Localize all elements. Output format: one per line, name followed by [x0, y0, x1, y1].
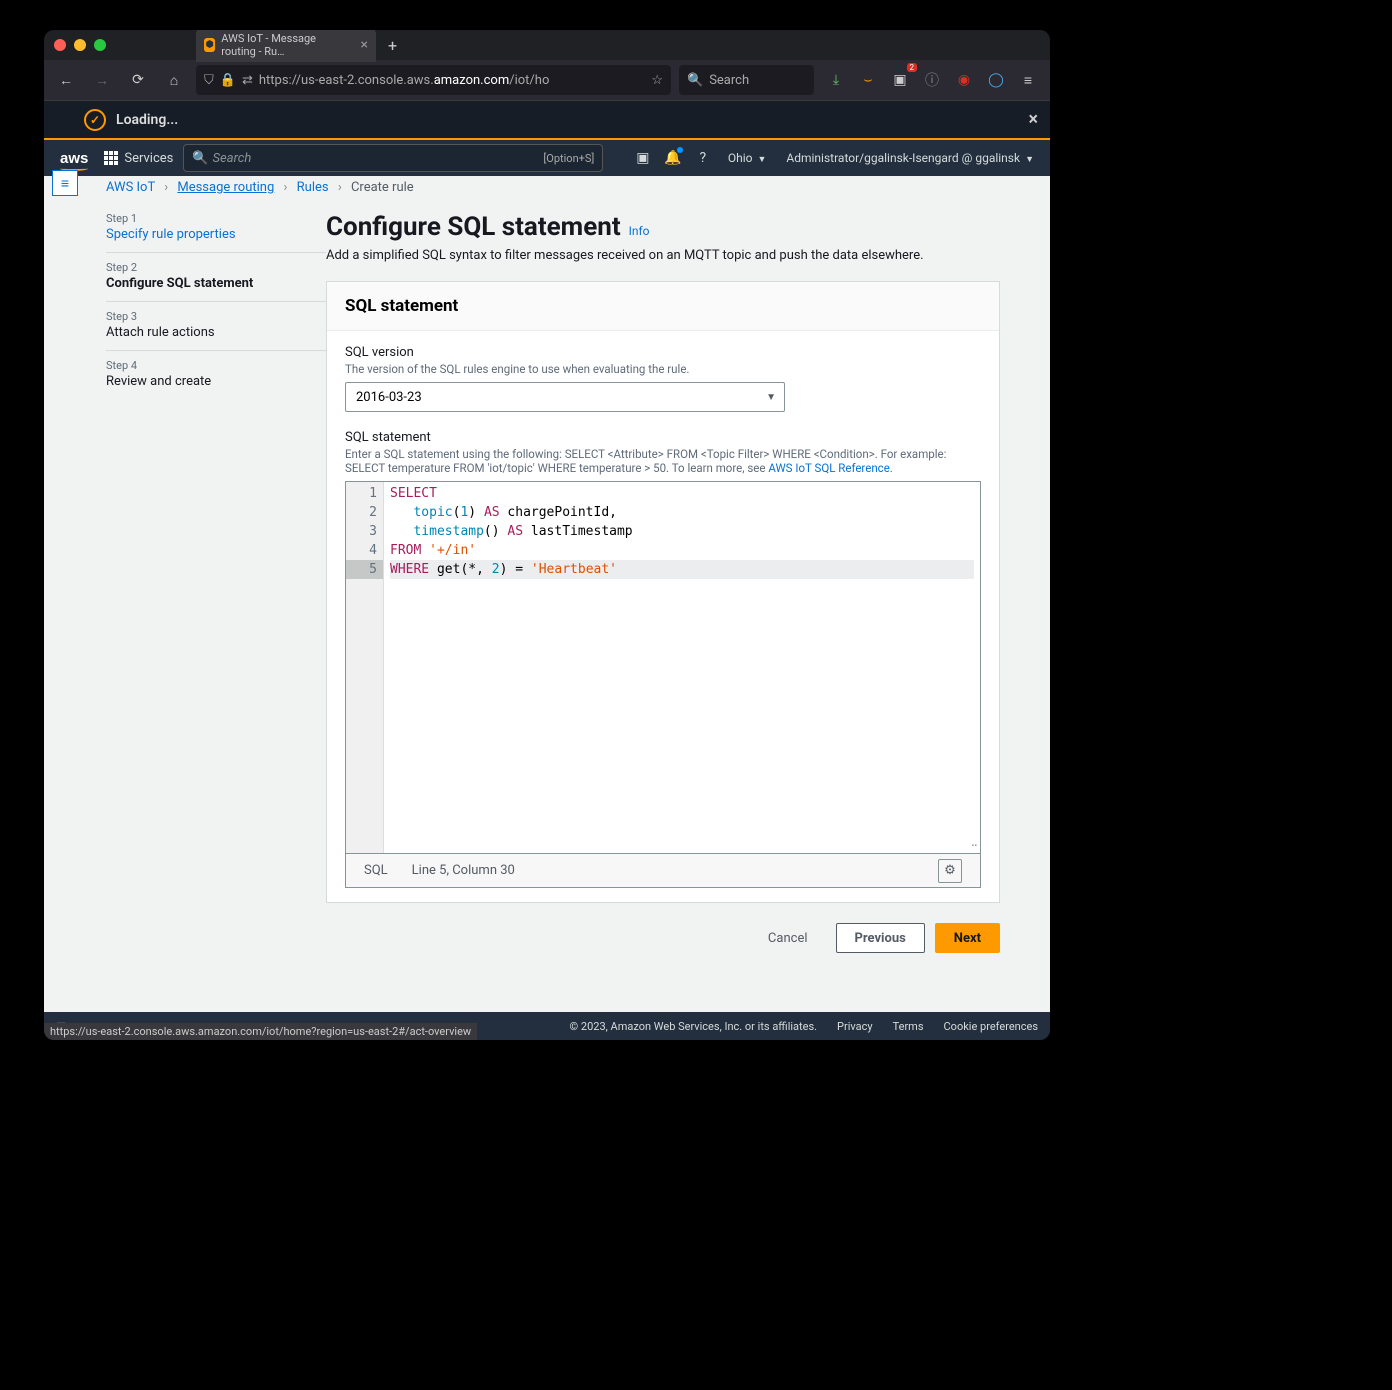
main-panel: Configure SQL statement Info Add a simpl… — [326, 212, 1000, 953]
profile-icon[interactable]: ◯ — [982, 66, 1010, 94]
amazon-ext-icon[interactable]: ⌣ — [854, 66, 882, 94]
editor-language: SQL — [364, 863, 388, 878]
terms-link[interactable]: Terms — [893, 1020, 924, 1033]
aws-favicon: ⬢ — [204, 38, 215, 52]
wizard-buttons: Cancel Previous Next — [326, 923, 1000, 953]
editor-cursor-position: Line 5, Column 30 — [412, 863, 515, 878]
loading-banner: ✓ Loading... × — [44, 100, 1050, 138]
step-2: Step 2 Configure SQL statement — [106, 252, 326, 301]
aws-search-placeholder: Search — [213, 151, 252, 166]
permissions-icon: ⇄ — [242, 73, 253, 88]
chevron-down-icon: ▼ — [766, 392, 776, 403]
page-subtitle: Add a simplified SQL syntax to filter me… — [326, 248, 1000, 263]
lock-icon: 🔒 — [220, 73, 236, 88]
url-text: https://us-east-2.console.aws.amazon.com… — [259, 73, 550, 88]
region-selector[interactable]: Ohio ▼ — [718, 151, 777, 165]
sql-reference-link[interactable]: AWS IoT SQL Reference — [768, 461, 889, 475]
cookie-link[interactable]: Cookie preferences — [944, 1020, 1038, 1033]
new-tab-button[interactable]: + — [388, 36, 397, 55]
breadcrumb: AWS IoT › Message routing › Rules › Crea… — [106, 180, 414, 195]
back-button[interactable]: ← — [52, 66, 80, 94]
close-window-button[interactable] — [54, 39, 66, 51]
privacy-link[interactable]: Privacy — [837, 1020, 873, 1033]
sql-version-value: 2016-03-23 — [356, 390, 422, 405]
step-1[interactable]: Step 1 Specify rule properties — [106, 212, 326, 252]
sql-statement-label: SQL statement — [345, 430, 981, 445]
downloads-icon[interactable]: ⤓ — [822, 66, 850, 94]
traffic-lights — [54, 39, 106, 51]
shield-icon: ⛉ — [204, 73, 214, 88]
editor-settings-button[interactable]: ⚙ — [938, 859, 962, 883]
editor-code[interactable]: SELECT topic(1) AS chargePointId, timest… — [384, 482, 980, 853]
editor-gutter: 12345 — [346, 482, 384, 853]
sql-version-desc: The version of the SQL rules engine to u… — [345, 362, 981, 376]
sql-code-editor[interactable]: 12345 SELECT topic(1) AS chargePointId, … — [345, 481, 981, 854]
close-tab-icon[interactable]: × — [361, 38, 368, 52]
sql-panel: SQL statement SQL version The version of… — [326, 281, 1000, 903]
copyright: © 2023, Amazon Web Services, Inc. or its… — [570, 1020, 818, 1033]
breadcrumb-aws-iot[interactable]: AWS IoT — [106, 180, 155, 195]
step-3: Step 3 Attach rule actions — [106, 301, 326, 350]
search-icon: 🔍 — [192, 151, 208, 166]
step-4: Step 4 Review and create — [106, 350, 326, 399]
status-bar-url: https://us-east-2.console.aws.amazon.com… — [44, 1023, 477, 1040]
spinner-icon: ✓ — [84, 109, 106, 131]
page-content: ≡ AWS IoT › Message routing › Rules › Cr… — [44, 176, 1050, 1012]
aws-global-nav: aws Services 🔍 Search [Option+S] ▣ 🔔 ? O… — [44, 138, 1050, 176]
breadcrumb-message-routing[interactable]: Message routing — [177, 180, 274, 195]
breadcrumb-rules[interactable]: Rules — [297, 180, 329, 195]
window-titlebar: ⬢ AWS IoT - Message routing - Ru… × + — [44, 30, 1050, 60]
resize-handle-icon[interactable]: ⣀ — [971, 832, 978, 851]
help-icon[interactable]: ? — [688, 143, 718, 173]
info-ext-icon[interactable]: ⓘ — [918, 66, 946, 94]
sql-panel-title: SQL statement — [327, 282, 999, 331]
ublock-ext-icon[interactable]: ◉ — [950, 66, 978, 94]
home-button[interactable]: ⌂ — [160, 66, 188, 94]
next-button[interactable]: Next — [935, 923, 1000, 953]
gear-icon: ⚙ — [944, 863, 956, 878]
services-link[interactable]: Services — [124, 151, 173, 166]
breadcrumb-create-rule: Create rule — [351, 180, 414, 195]
tab-title: AWS IoT - Message routing - Ru… — [221, 32, 350, 58]
editor-status-bar: SQL Line 5, Column 30 ⚙ — [345, 854, 981, 888]
url-input[interactable]: ⛉ 🔒 ⇄ https://us-east-2.console.aws.amaz… — [196, 65, 671, 95]
cancel-button[interactable]: Cancel — [750, 923, 826, 953]
page-title: Configure SQL statement — [326, 212, 621, 242]
aws-logo[interactable]: aws — [60, 150, 88, 167]
reload-button[interactable]: ⟳ — [124, 66, 152, 94]
container-ext-icon[interactable]: ▣ — [886, 66, 914, 94]
loading-text: Loading... — [116, 112, 178, 128]
minimize-window-button[interactable] — [74, 39, 86, 51]
maximize-window-button[interactable] — [94, 39, 106, 51]
account-menu[interactable]: Administrator/ggalinsk-Isengard @ ggalin… — [776, 151, 1044, 165]
previous-button[interactable]: Previous — [836, 923, 925, 953]
wizard-steps: Step 1 Specify rule properties Step 2 Co… — [106, 212, 326, 399]
forward-button: → — [88, 66, 116, 94]
search-icon: 🔍 — [687, 73, 703, 88]
url-toolbar: ← → ⟳ ⌂ ⛉ 🔒 ⇄ https://us-east-2.console.… — [44, 60, 1050, 100]
sql-version-select[interactable]: 2016-03-23 ▼ — [345, 382, 785, 412]
info-link[interactable]: Info — [629, 224, 650, 238]
notifications-icon[interactable]: 🔔 — [658, 143, 688, 173]
bookmark-star-icon[interactable]: ☆ — [651, 73, 663, 88]
cloudshell-icon[interactable]: ▣ — [628, 143, 658, 173]
sql-statement-desc: Enter a SQL statement using the followin… — [345, 447, 981, 475]
search-placeholder: Search — [709, 73, 749, 88]
menu-icon[interactable]: ≡ — [1014, 66, 1042, 94]
aws-search-input[interactable]: 🔍 Search [Option+S] — [183, 144, 603, 172]
search-shortcut-hint: [Option+S] — [543, 152, 594, 165]
browser-tab[interactable]: ⬢ AWS IoT - Message routing - Ru… × — [196, 30, 376, 62]
sql-version-label: SQL version — [345, 345, 981, 360]
close-banner-icon[interactable]: × — [1028, 109, 1038, 130]
browser-search-input[interactable]: 🔍 Search — [679, 65, 814, 95]
side-nav-toggle[interactable]: ≡ — [52, 170, 78, 196]
services-grid-icon[interactable] — [104, 151, 118, 165]
